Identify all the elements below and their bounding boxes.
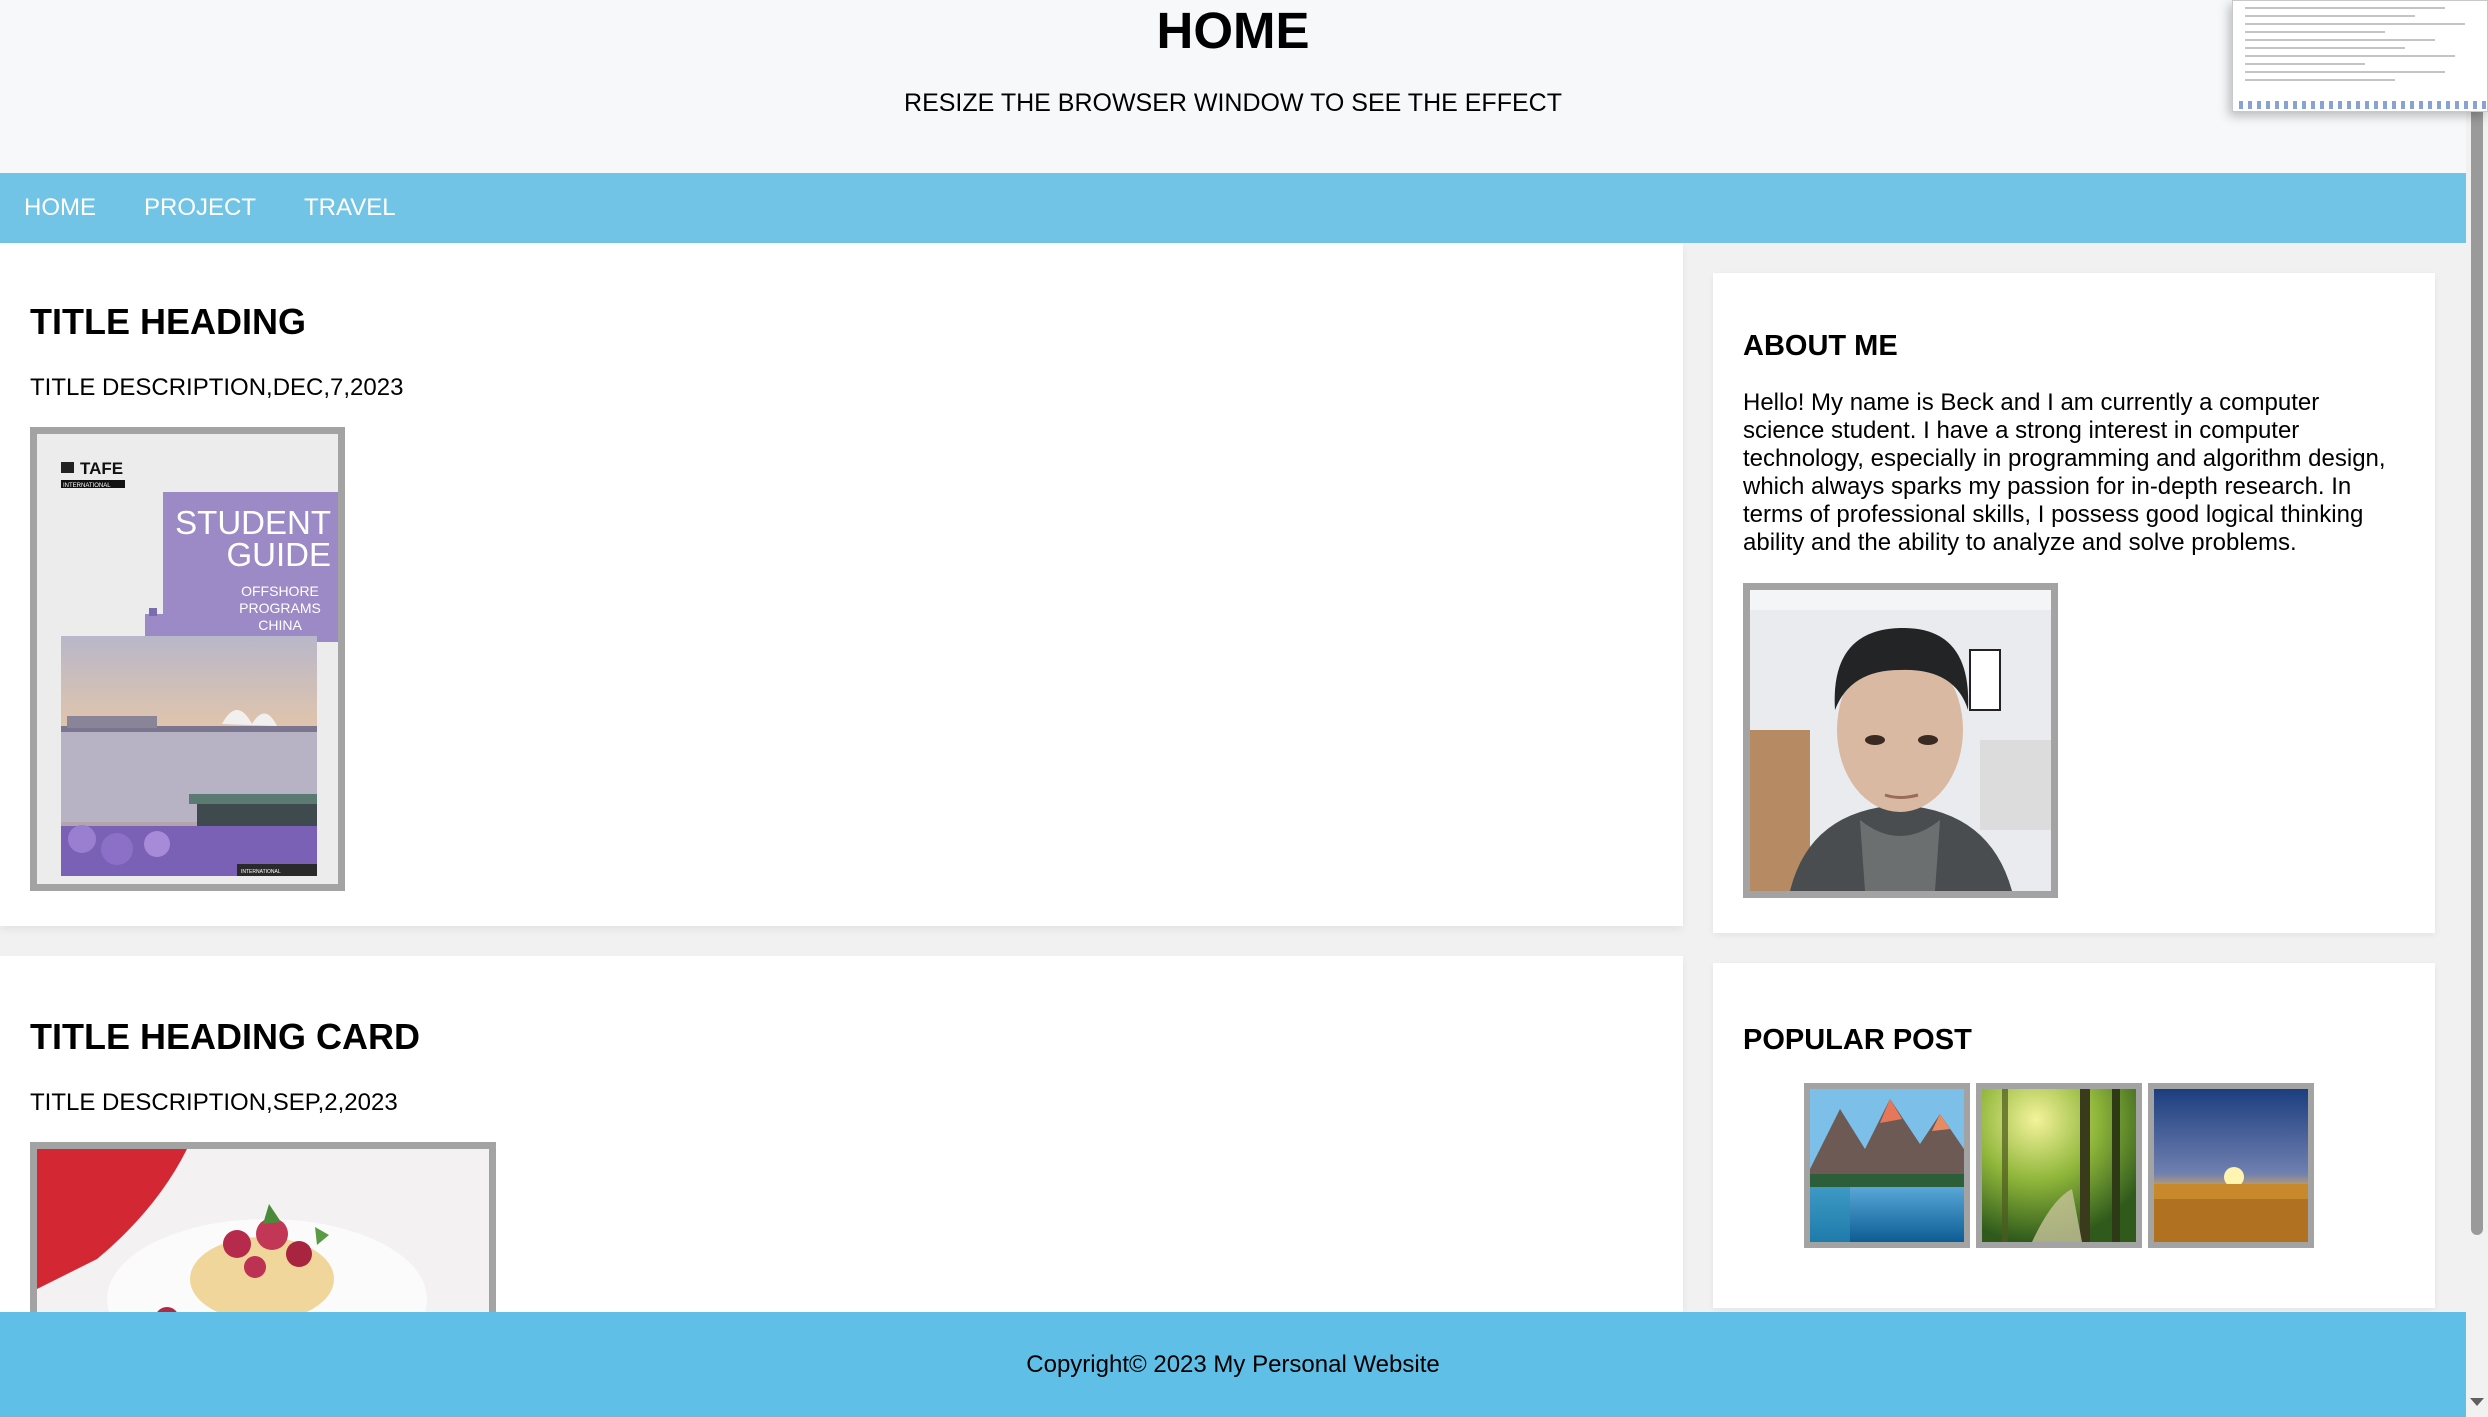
page-footer: Copyright© 2023 My Personal Website: [0, 1312, 2466, 1417]
page-subtitle: RESIZE THE BROWSER WINDOW TO SEE THE EFF…: [904, 89, 1562, 117]
dessert-image: [37, 1149, 489, 1312]
post-title: TITLE HEADING CARD: [30, 1016, 420, 1057]
cover-line-3: CHINA: [258, 617, 302, 633]
nav-link-home[interactable]: HOME: [24, 173, 96, 243]
cover-brand-sub: INTERNATIONAL: [63, 483, 111, 489]
popular-post-card: POPULAR POST: [1713, 963, 2435, 1308]
post-title: TITLE HEADING: [30, 301, 306, 342]
post-card: TITLE HEADING CARD TITLE DESCRIPTION,SEP…: [0, 956, 1683, 1312]
floating-window-preview[interactable]: [2232, 0, 2488, 112]
about-me-title: ABOUT ME: [1743, 330, 1898, 362]
cover-line-1: OFFSHORE: [241, 583, 319, 599]
about-me-card: ABOUT ME Hello! My name is Beck and I am…: [1713, 273, 2435, 933]
nav-link-project[interactable]: PROJECT: [144, 173, 256, 243]
student-guide-cover-image: TAFE INTERNATIONAL STUDENT GUIDE OFFSHOR…: [37, 434, 338, 884]
cover-brand-text: TAFE: [80, 459, 123, 478]
post-image-frame: [30, 1142, 496, 1312]
top-navbar: HOME PROJECT TRAVEL: [0, 173, 2466, 243]
nav-link-travel[interactable]: TRAVEL: [304, 173, 396, 243]
scroll-down-arrow-icon[interactable]: [2470, 1398, 2484, 1406]
about-me-text: Hello! My name is Beck and I am currentl…: [1743, 389, 2386, 556]
popular-post-title: POPULAR POST: [1743, 1024, 1972, 1056]
cover-heading-2: GUIDE: [226, 536, 331, 573]
post-card: TITLE HEADING TITLE DESCRIPTION,DEC,7,20…: [0, 243, 1683, 926]
vertical-scrollbar[interactable]: [2466, 0, 2488, 1417]
preview-taskbar: [2239, 101, 2487, 109]
post-image-frame: TAFE INTERNATIONAL STUDENT GUIDE OFFSHOR…: [30, 427, 345, 891]
profile-photo: [1750, 590, 2051, 891]
cover-line-2: PROGRAMS: [239, 600, 321, 616]
page-header: HOME RESIZE THE BROWSER WINDOW TO SEE TH…: [0, 0, 2466, 173]
mountain-lake-image: [1810, 1089, 1964, 1242]
page-title: HOME: [1156, 2, 1310, 59]
sunset-field-image: [2154, 1089, 2308, 1242]
profile-photo-frame: [1743, 583, 2058, 898]
scrollbar-thumb[interactable]: [2471, 30, 2483, 1235]
forest-image: [1982, 1089, 2136, 1242]
popular-post-thumb[interactable]: [2148, 1083, 2314, 1248]
popular-post-thumb[interactable]: [1976, 1083, 2142, 1248]
footer-copyright: Copyright© 2023 My Personal Website: [1026, 1350, 1440, 1378]
post-description: TITLE DESCRIPTION,SEP,2,2023: [30, 1089, 398, 1116]
post-description: TITLE DESCRIPTION,DEC,7,2023: [30, 374, 404, 401]
cover-footer-text: INTERNATIONAL: [241, 869, 281, 875]
popular-post-thumb[interactable]: [1804, 1083, 1970, 1248]
